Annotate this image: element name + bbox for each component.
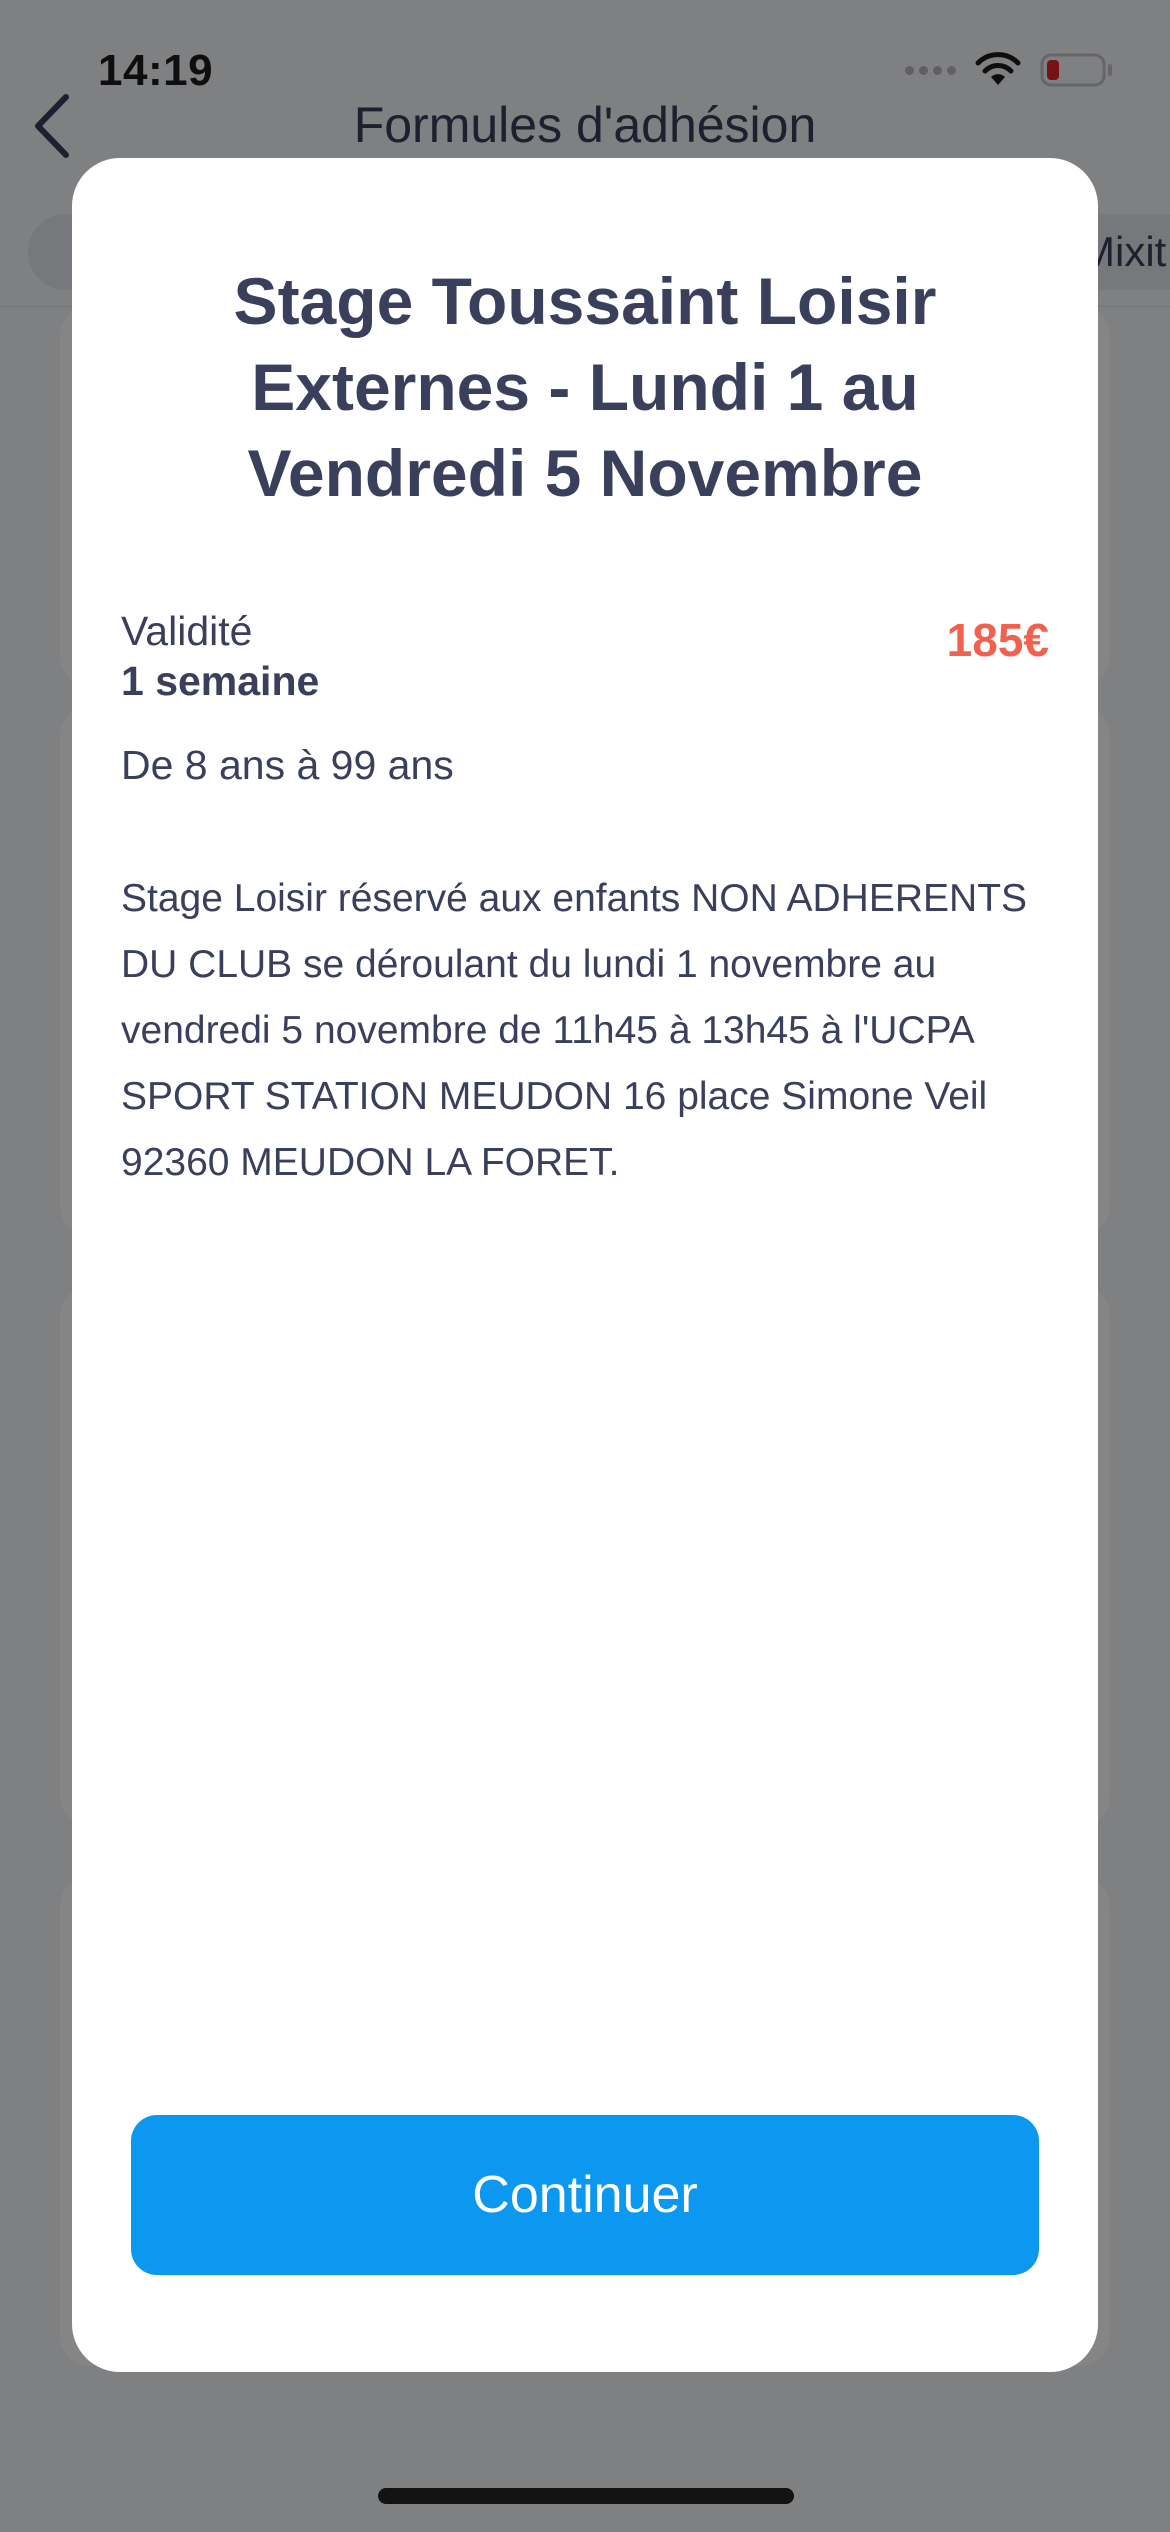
age-range: De 8 ans à 99 ans [121, 742, 454, 788]
formula-detail-modal: Stage Toussaint Loisir Externes - Lundi … [72, 158, 1098, 2372]
validity-value: 1 semaine [121, 658, 320, 704]
validity-info: Validité 1 semaine [121, 606, 319, 706]
continue-button[interactable]: Continuer [131, 2115, 1039, 2275]
formula-title: Stage Toussaint Loisir Externes - Lundi … [233, 264, 937, 510]
formula-description: Stage Loisir réservé aux enfants NON ADH… [121, 877, 1028, 1184]
home-indicator [378, 2488, 794, 2504]
validity-label: Validité [121, 608, 253, 654]
price-label: 185€ [946, 614, 1049, 666]
